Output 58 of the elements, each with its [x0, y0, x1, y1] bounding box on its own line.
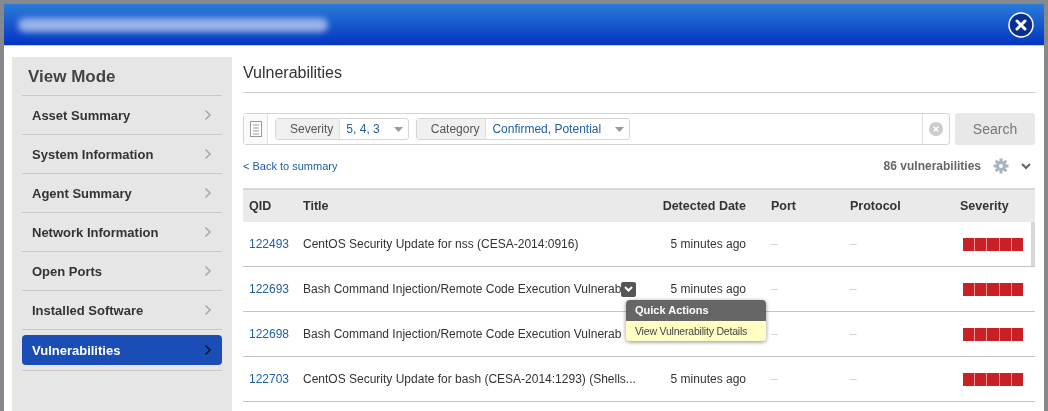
port-cell: – — [771, 327, 778, 341]
date-cell: 5 minutes ago — [670, 282, 746, 296]
sidebar-item[interactable]: Network Information — [22, 213, 222, 252]
list-icon[interactable] — [244, 114, 268, 144]
chevron-icon — [204, 304, 212, 316]
chevron-down-icon[interactable] — [1021, 162, 1031, 170]
column-header: Detected Date — [661, 199, 747, 213]
sidebar-item[interactable]: Vulnerabilities — [22, 335, 222, 365]
port-cell: – — [771, 372, 778, 386]
date-cell: 5 minutes ago — [670, 372, 746, 386]
qid-link[interactable]: 122703 — [243, 372, 297, 386]
chevron-icon — [204, 265, 212, 277]
protocol-cell: – — [850, 327, 857, 341]
title-cell: Bash Command Injection/Remote Code Execution Vulnerab — [303, 282, 622, 296]
qid-link[interactable]: 122693 — [243, 282, 297, 296]
qid-link[interactable]: 122493 — [243, 237, 297, 251]
title-cell: CentOS Security Update for nss (CESA-2014:0916) — [303, 237, 579, 251]
chevron-icon — [204, 226, 212, 238]
back-link[interactable]: < Back to summary — [243, 160, 338, 172]
menu-title: Quick Actions — [626, 300, 766, 321]
menu-item[interactable]: View Vulnerability Details — [626, 321, 766, 341]
filter-dropdown[interactable]: Category Confirmed, Potential — [415, 118, 631, 140]
sidebar-item[interactable]: Agent Summary — [22, 174, 222, 213]
column-header: Severity — [959, 199, 1010, 213]
column-header: QID — [248, 199, 273, 213]
protocol-cell: – — [850, 237, 857, 251]
caret-icon — [624, 286, 634, 292]
actions-button[interactable] — [621, 281, 637, 297]
protocol-cell: – — [850, 282, 857, 296]
date-cell: 5 minutes ago — [670, 237, 746, 251]
port-cell: – — [771, 282, 778, 296]
column-header: Title — [302, 199, 330, 213]
chevron-icon — [204, 344, 212, 356]
search-button[interactable]: Search — [955, 113, 1035, 145]
port-cell: – — [771, 237, 778, 251]
sidebar-item[interactable]: Installed Software — [22, 291, 222, 330]
scrollbar[interactable] — [1031, 222, 1035, 266]
sidebar-item[interactable]: System Information — [22, 135, 222, 174]
chevron-icon — [204, 148, 212, 160]
column-header: Port — [770, 199, 797, 213]
caret-icon — [393, 126, 403, 132]
protocol-cell: – — [850, 372, 857, 386]
vulnerability-count: 86 vulnerabilities — [883, 159, 981, 173]
clear-icon[interactable] — [929, 122, 943, 136]
column-header: Protocol — [849, 199, 902, 213]
qid-link[interactable]: 122698 — [243, 327, 297, 341]
sidebar-item[interactable]: Asset Summary — [22, 96, 222, 135]
chevron-icon — [204, 109, 212, 121]
page-heading: Vulnerabilities — [243, 57, 1035, 93]
chevron-icon — [204, 187, 212, 199]
filter-dropdown[interactable]: Severity 5, 4, 3 — [275, 118, 409, 140]
title-cell: Bash Command Injection/Remote Code Execution Vulnerab — [303, 327, 622, 341]
sidebar-title: View Mode — [22, 67, 222, 96]
sidebar-item[interactable]: Open Ports — [22, 252, 222, 291]
title-cell: CentOS Security Update for bash (CESA-2014:1293) (Shells... — [303, 372, 636, 386]
settings-icon[interactable] — [993, 158, 1009, 174]
caret-icon — [615, 126, 625, 132]
close-button[interactable] — [1008, 11, 1034, 38]
